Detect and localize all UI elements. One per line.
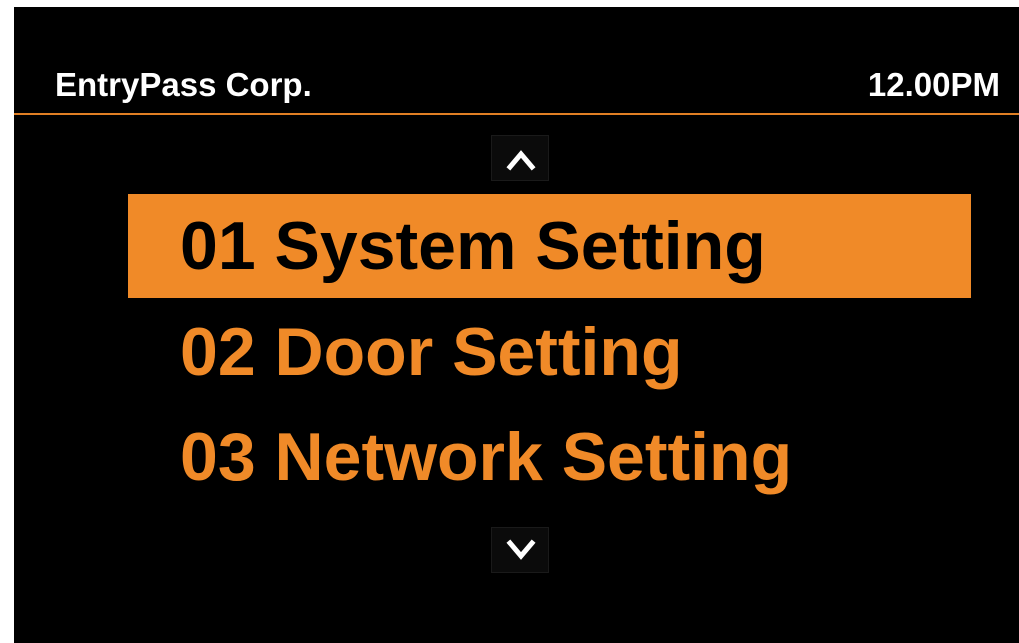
menu-item-door-setting[interactable]: 02 Door Setting [128, 300, 971, 404]
device-screen: EntryPass Corp. 12.00PM 01 System Settin… [14, 7, 1019, 643]
chevron-up-icon [506, 150, 536, 171]
menu-item-system-setting[interactable]: 01 System Setting [128, 194, 971, 298]
chevron-down-icon [506, 539, 536, 560]
header-bar: EntryPass Corp. 12.00PM [14, 7, 1019, 115]
company-name: EntryPass Corp. [55, 66, 312, 103]
menu-item-network-setting[interactable]: 03 Network Setting [128, 405, 971, 509]
scroll-up-button[interactable] [491, 135, 549, 181]
clock: 12.00PM [867, 66, 1000, 103]
scroll-down-button[interactable] [491, 527, 549, 573]
